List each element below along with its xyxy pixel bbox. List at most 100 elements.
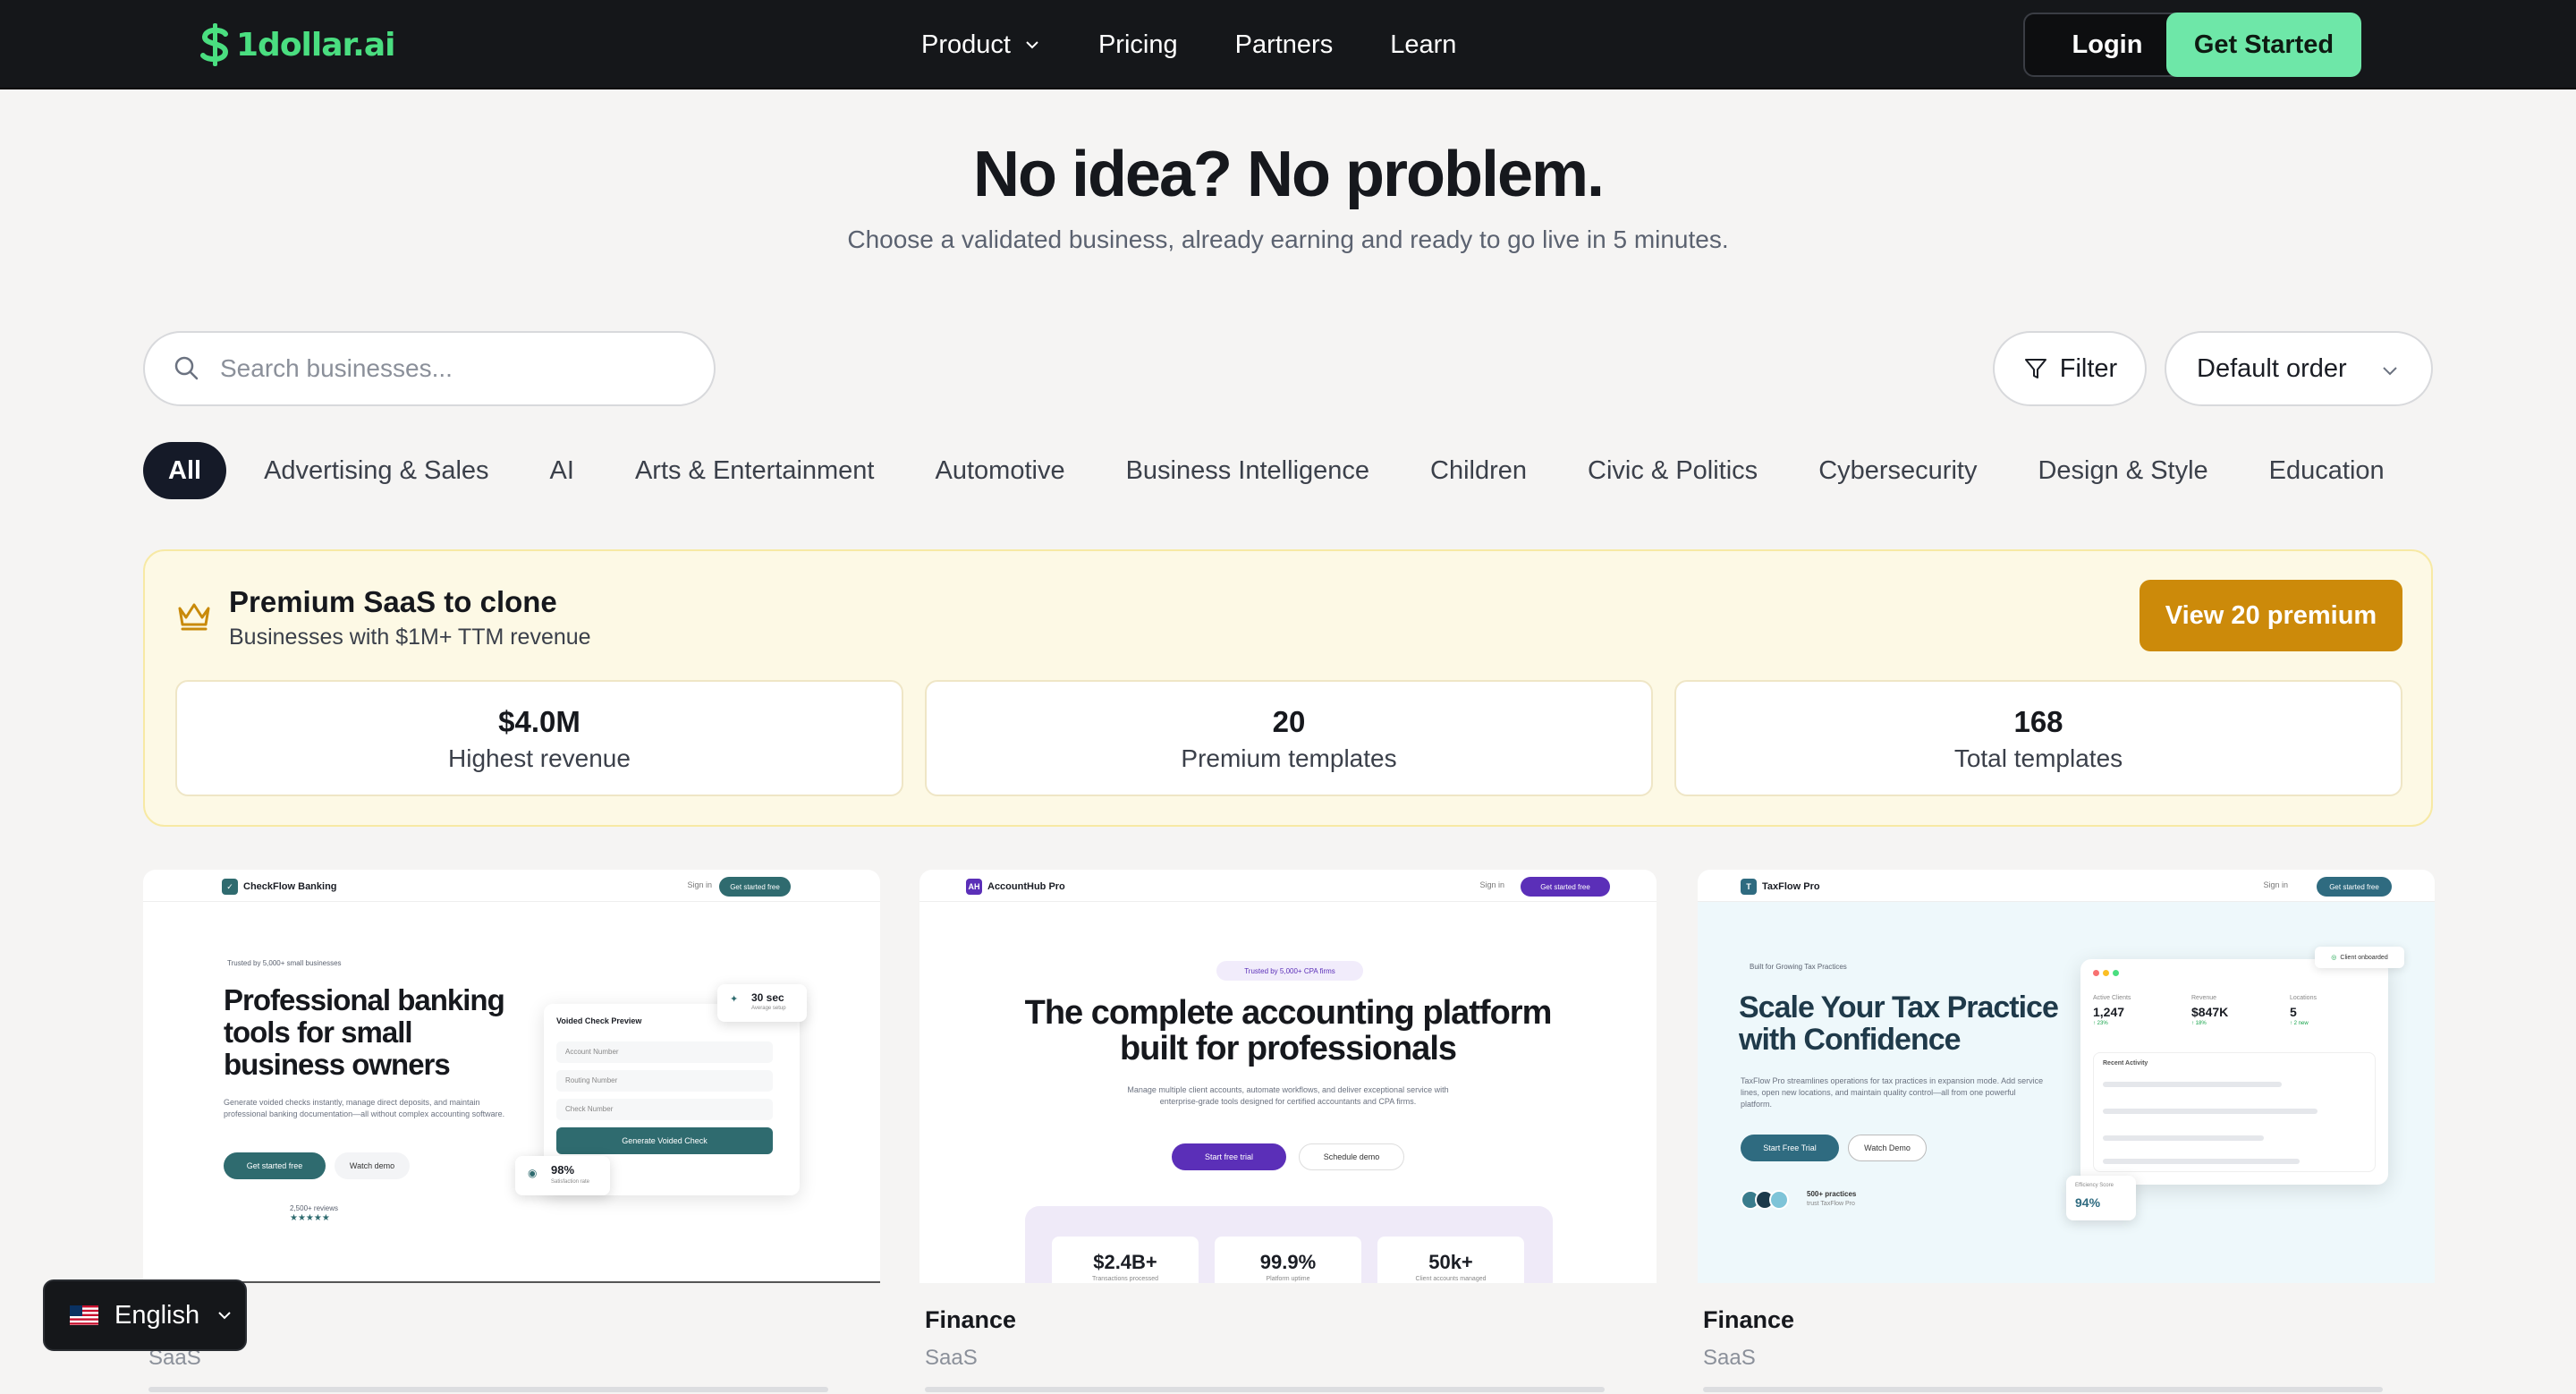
check-circle-icon: ◎ (2331, 955, 2337, 961)
preview-headline: Scale Your Tax Practice with Confidence (1739, 990, 2059, 1057)
card-type: SaaS (925, 1346, 978, 1370)
efficiency-label: Efficiency Score (2075, 1183, 2114, 1188)
chevron-down-icon (2383, 367, 2397, 376)
nav-links: Product Pricing Partners Learn (921, 0, 1456, 89)
category-tab-design-style[interactable]: Design & Style (2038, 456, 2207, 486)
business-card[interactable]: ✓ CheckFlow Banking Sign in Get started … (143, 870, 880, 1394)
card-type: SaaS (1703, 1346, 1756, 1370)
sort-selected-value: Default order (2197, 353, 2347, 383)
preview-stat: 50k+ Client accounts managed (1377, 1237, 1524, 1283)
chevron-down-icon (1026, 41, 1038, 49)
preview-body: Manage multiple client accounts, automat… (1127, 1085, 1449, 1106)
float-label: Satisfaction rate (551, 1179, 590, 1185)
nav-product[interactable]: Product (921, 30, 1041, 60)
chevron-down-icon (218, 1312, 231, 1320)
avatar (1769, 1190, 1789, 1210)
float-label: Average setup (751, 1006, 786, 1011)
sort-select[interactable]: Default order (2165, 331, 2433, 406)
business-card[interactable]: T TaxFlow Pro Sign in Get started free B… (1698, 870, 2435, 1394)
logo[interactable]: 1dollar.ai (199, 23, 395, 66)
metric-label: Revenue (2191, 995, 2217, 1001)
metric-value: $847K (2191, 1005, 2229, 1019)
preview-cta: Get started free (1521, 877, 1610, 897)
card-description-line (925, 1387, 1605, 1392)
nav-learn[interactable]: Learn (1390, 30, 1456, 60)
preview-btn-primary: Start free trial (1172, 1143, 1286, 1170)
activity-line (2103, 1109, 2318, 1114)
activity-panel: Recent Activity (2093, 1052, 2376, 1172)
stat-highest-revenue: $4.0M Highest revenue (175, 680, 903, 796)
activity-line (2103, 1082, 2282, 1087)
card-category: Finance (1703, 1306, 1795, 1333)
sparkle-icon: ✦ (730, 994, 739, 1005)
dollar-logo-icon (200, 23, 229, 66)
category-tab-advertising-sales[interactable]: Advertising & Sales (264, 456, 488, 486)
panel-title: Voided Check Preview (556, 1016, 642, 1025)
stat-value: $4.0M (498, 705, 580, 738)
preview-btn-secondary: Schedule demo (1299, 1143, 1404, 1170)
preview-nav: ✓ CheckFlow Banking Sign in Get started … (143, 870, 880, 902)
search-box (143, 331, 716, 406)
brand-badge-icon: AH (966, 879, 982, 895)
metric-value: 5 (2290, 1005, 2297, 1019)
card-category: Finance (925, 1306, 1017, 1333)
preview-stat-value: 50k+ (1428, 1251, 1473, 1273)
panel-button: Generate Voided Check (556, 1127, 773, 1154)
preview-pill: Built for Growing Tax Practices (1750, 963, 1847, 971)
category-tab-ai[interactable]: AI (550, 456, 574, 486)
preview-brand-name: AccountHub Pro (987, 881, 1065, 892)
category-tab-education[interactable]: Education (2269, 456, 2385, 486)
category-tab-cybersecurity[interactable]: Cybersecurity (1818, 456, 1977, 486)
check-circle-icon: ◉ (528, 1167, 538, 1179)
metric: Locations 5 ↑ 2 new (2290, 995, 2379, 1026)
preview-stat-label: Client accounts managed (1415, 1276, 1487, 1282)
language-selector[interactable]: English (43, 1279, 247, 1351)
preview-social-sub: trust TaxFlow Pro (1807, 1201, 1855, 1207)
filter-icon (2024, 359, 2046, 378)
preview-btn-primary: Get started free (224, 1152, 326, 1179)
preview-headline: Professional banking tools for small bus… (224, 983, 505, 1081)
category-tab-all[interactable]: All (143, 442, 227, 499)
metric-label: Active Clients (2093, 995, 2131, 1001)
metric-delta: ↑ 23% (2093, 1021, 2108, 1026)
stat-label: Highest revenue (448, 744, 631, 772)
panel-field: Check Number (556, 1099, 773, 1120)
preview-efficiency: Efficiency Score 94% (2066, 1176, 2136, 1220)
metric: Active Clients 1,247 ↑ 23% (2093, 995, 2182, 1026)
preview-brand-name: TaxFlow Pro (1762, 881, 1820, 892)
view-premium-button[interactable]: View 20 premium (2140, 580, 2402, 651)
category-tab-automotive[interactable]: Automotive (936, 456, 1065, 486)
category-tab-civic-politics[interactable]: Civic & Politics (1588, 456, 1758, 486)
search-input[interactable] (220, 354, 685, 383)
premium-title: Premium SaaS to clone (229, 585, 557, 618)
nav-pricing[interactable]: Pricing (1098, 30, 1178, 60)
efficiency-value: 94% (2075, 1195, 2101, 1210)
nav-partners[interactable]: Partners (1235, 30, 1334, 60)
filter-button[interactable]: Filter (1993, 331, 2147, 406)
preview-toast: ◎ Client onboarded (2315, 947, 2404, 968)
search-icon (174, 356, 199, 380)
category-tab-children[interactable]: Children (1430, 456, 1527, 486)
window-dots (2093, 970, 2119, 976)
preview-brand: ✓ CheckFlow Banking (222, 879, 337, 895)
get-started-button[interactable]: Get Started (2166, 13, 2361, 77)
preview-stats-panel: $2.4B+ Transactions processed 99.9% Plat… (1025, 1206, 1553, 1283)
preview-stat-label: Platform uptime (1266, 1276, 1310, 1282)
toast-text: Client onboarded (2340, 954, 2388, 961)
category-tab-arts-entertainment[interactable]: Arts & Entertainment (635, 456, 875, 486)
preview-pill: Trusted by 5,000+ CPA firms (1216, 961, 1363, 981)
preview-brand: T TaxFlow Pro (1741, 879, 1820, 895)
metric-value: 1,247 (2093, 1005, 2125, 1019)
business-card[interactable]: AH AccountHub Pro Sign in Get started fr… (919, 870, 1657, 1394)
preview-social: 500+ practices (1807, 1190, 1857, 1198)
preview-brand: AH AccountHub Pro (966, 879, 1065, 895)
preview-float-setup: ✦ 30 sec Average setup (717, 984, 807, 1022)
preview-float-satisfaction: ◉ 98% Satisfaction rate (515, 1156, 610, 1195)
crown-icon (178, 603, 210, 631)
preview-nav: T TaxFlow Pro Sign in Get started free (1698, 870, 2435, 902)
star-icons: ★★★★★ (290, 1213, 330, 1223)
window-dot-icon (2093, 970, 2099, 976)
preview-btn-secondary: Watch Demo (1848, 1135, 1927, 1161)
preview-signin: Sign in (1479, 880, 1504, 889)
category-tab-business-intelligence[interactable]: Business Intelligence (1126, 456, 1369, 486)
